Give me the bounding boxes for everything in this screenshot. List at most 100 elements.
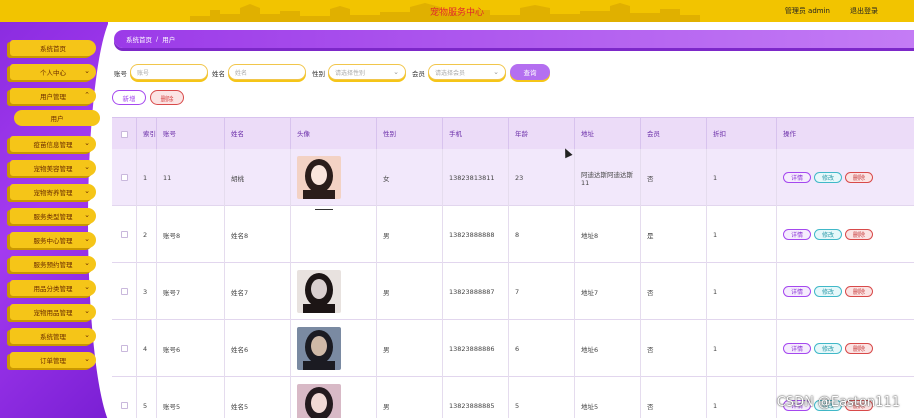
sidebar-item-grooming[interactable]: 宠物美容管理 ⌄ [10, 160, 96, 176]
cell-select [112, 206, 136, 263]
sidebar-item-label: 用户管理 [40, 93, 66, 101]
gender-select[interactable]: 请选择性别 ⌄ [328, 64, 406, 80]
cell-gender: 男 [376, 377, 442, 418]
chevron-up-icon: ⌃ [84, 91, 90, 99]
gender-label: 性别 [312, 70, 325, 78]
cell-avatar [290, 263, 376, 320]
detail-button[interactable]: 详情 [783, 172, 812, 183]
cell-phone: 13823888888 [442, 206, 508, 263]
edit-button[interactable]: 修改 [814, 229, 843, 240]
detail-button[interactable]: 详情 [783, 343, 812, 354]
header-member: 会员 [640, 118, 706, 150]
cell-discount: 1 [706, 206, 776, 263]
name-value: 胡桃 [231, 174, 244, 183]
table-header: 索引 账号 姓名 头像 性别 手机 年龄 地址 会员 折扣 操作 [112, 117, 914, 150]
cell-avatar [290, 320, 376, 377]
gender-value: 男 [383, 402, 390, 411]
account-input[interactable]: 账号 [130, 64, 208, 80]
breadcrumb-home[interactable]: 系统首页 [126, 34, 152, 44]
header-discount: 折扣 [706, 118, 776, 150]
delete-button[interactable]: 删除 [845, 229, 874, 240]
detail-button[interactable]: 详情 [783, 286, 812, 297]
cell-name: 姓名7 [224, 263, 290, 320]
gender-value: 男 [383, 288, 390, 297]
table-row: 2 账号8 姓名8 男 13823888888 8 地址8 是 1 详情 修改 删除 [112, 206, 914, 263]
row-checkbox[interactable] [120, 174, 128, 181]
edit-button[interactable]: 修改 [814, 172, 843, 183]
cell-avatar [290, 149, 376, 206]
row-checkbox[interactable] [120, 288, 128, 295]
member-value: 否 [647, 402, 654, 411]
sidebar-item-service-center[interactable]: 服务中心管理 ⌄ [10, 232, 96, 248]
bulk-delete-button[interactable]: 删除 [150, 90, 184, 105]
sidebar-subitem-users[interactable]: 用户 [14, 110, 100, 126]
cell-member: 否 [640, 377, 706, 418]
chevron-down-icon: ⌄ [84, 331, 90, 339]
user-label: 管理员 admin [784, 7, 830, 15]
cell-discount: 1 [706, 263, 776, 320]
row-checkbox[interactable] [120, 345, 128, 352]
member-select[interactable]: 请选择会员 ⌄ [428, 64, 506, 80]
sidebar-item-appointment[interactable]: 服务预约管理 ⌄ [10, 256, 96, 272]
sidebar-item-service-type[interactable]: 服务类型管理 ⌄ [10, 208, 96, 224]
delete-button[interactable]: 删除 [845, 172, 874, 183]
cell-address: 地址6 [574, 320, 640, 377]
discount-value: 1 [713, 173, 718, 182]
header-gender: 性别 [376, 118, 442, 150]
header-age: 年龄 [508, 118, 574, 150]
account-value: 11 [163, 173, 172, 182]
age-value: 7 [515, 287, 520, 296]
sidebar-item-boarding[interactable]: 宠物寄养管理 ⌄ [10, 184, 96, 200]
cell-address: 地址5 [574, 377, 640, 418]
name-input[interactable]: 姓名 [228, 64, 306, 80]
discount-value: 1 [713, 287, 718, 296]
address-value: 地址5 [581, 402, 599, 411]
discount-value: 1 [713, 401, 718, 410]
top-header: 宠物服务中心 管理员 admin 退出登录 [0, 0, 914, 22]
cell-select [112, 149, 136, 206]
cell-phone: 13823813811 [442, 149, 508, 206]
row-checkbox[interactable] [120, 231, 128, 238]
name-value: 姓名6 [231, 345, 249, 354]
edit-button[interactable]: 修改 [814, 286, 843, 297]
cell-account: 11 [156, 149, 224, 206]
sidebar-item-label: 系统首页 [40, 45, 66, 53]
sidebar-item-personal-center[interactable]: 个人中心 ⌄ [10, 64, 96, 80]
sidebar-item-system[interactable]: 系统管理 ⌄ [10, 328, 96, 344]
phone-value: 13823888888 [449, 230, 495, 239]
cell-member: 否 [640, 149, 706, 206]
select-all-checkbox[interactable] [120, 130, 128, 138]
cell-avatar [290, 377, 376, 418]
sidebar-item-vaccine[interactable]: 疫苗信息管理 ⌄ [10, 136, 96, 152]
chevron-down-icon: ⌄ [84, 259, 90, 267]
sidebar-item-orders[interactable]: 订单管理 ⌄ [10, 352, 96, 368]
add-button[interactable]: 新增 [112, 90, 146, 105]
breadcrumb-separator: / [156, 35, 159, 43]
delete-button[interactable]: 删除 [845, 286, 874, 297]
row-checkbox[interactable] [120, 402, 128, 409]
search-button[interactable]: 查询 [510, 64, 550, 80]
sidebar-item-supply-category[interactable]: 用品分类管理 ⌄ [10, 280, 96, 296]
chevron-down-icon: ⌄ [493, 68, 499, 76]
gender-placeholder: 请选择性别 [335, 69, 366, 77]
sidebar-item-home[interactable]: 系统首页 [10, 40, 96, 56]
cell-discount: 1 [706, 377, 776, 418]
delete-button[interactable]: 删除 [845, 343, 874, 354]
sidebar-item-pet-supplies[interactable]: 宠物用品管理 ⌄ [10, 304, 96, 320]
cell-operations: 详情 修改 删除 [776, 206, 914, 263]
cell-age: 8 [508, 206, 574, 263]
sidebar-item-user-management[interactable]: 用户管理 ⌃ [10, 88, 96, 104]
name-value: 姓名7 [231, 288, 249, 297]
sidebar-item-label: 服务类型管理 [33, 213, 73, 221]
cell-address: 地址7 [574, 263, 640, 320]
member-label: 会员 [412, 70, 425, 78]
header-select-all[interactable] [112, 118, 136, 150]
cell-gender: 男 [376, 263, 442, 320]
edit-button[interactable]: 修改 [814, 343, 843, 354]
search-form: 账号 账号 姓名 姓名 性别 请选择性别 ⌄ 会员 请选择会员 ⌄ 查询 [108, 64, 914, 80]
cell-account: 账号8 [156, 206, 224, 263]
logout-link[interactable]: 退出登录 [850, 6, 878, 16]
detail-button[interactable]: 详情 [783, 229, 812, 240]
age-value: 6 [515, 344, 520, 353]
index-value: 2 [143, 230, 148, 239]
